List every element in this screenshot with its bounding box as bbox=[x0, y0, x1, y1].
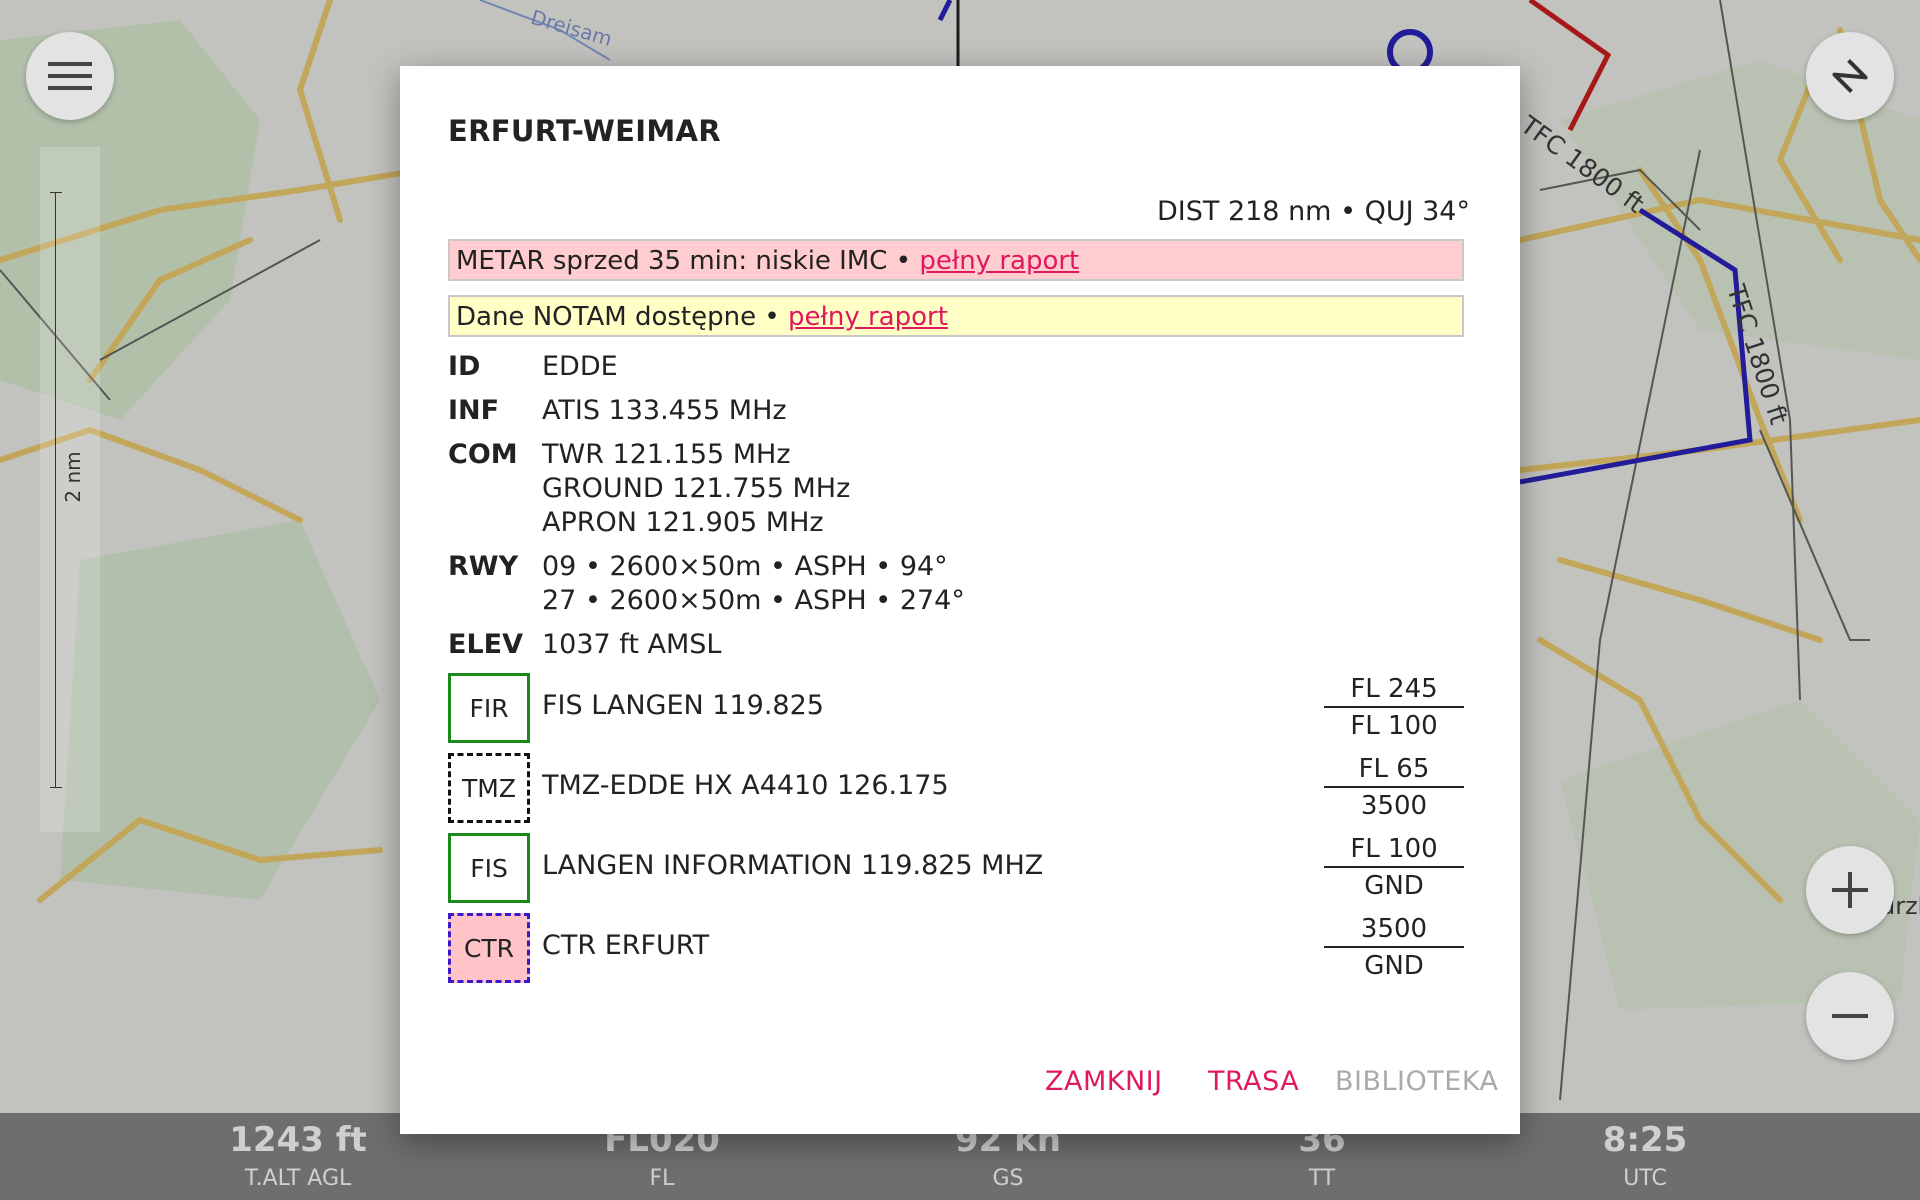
info-value: 1037 ft AMSL bbox=[542, 629, 722, 660]
waypoint-info-dialog: ERFURT-WEIMAR DIST 218 nm • QUJ 34° META… bbox=[400, 66, 1520, 1134]
info-value: TWR 121.155 MHz bbox=[542, 439, 791, 470]
hamburger-menu-icon bbox=[48, 62, 92, 90]
info-key: ELEV bbox=[448, 629, 523, 660]
info-key: INF bbox=[448, 395, 500, 426]
airspace-badge-fis: FIS bbox=[448, 833, 530, 903]
distance-bearing-info: DIST 218 nm • QUJ 34° bbox=[1156, 196, 1470, 227]
scale-line bbox=[55, 192, 56, 788]
status-label: UTC bbox=[1623, 1166, 1667, 1191]
zoom-out-button[interactable] bbox=[1806, 972, 1894, 1060]
status-value: 8:25 bbox=[1602, 1120, 1688, 1160]
airspace-lower-limit: FL 100 bbox=[1350, 711, 1438, 741]
info-value: EDDE bbox=[542, 351, 618, 382]
airspace-row: CTR CTR ERFURT 3500 GND bbox=[448, 913, 1464, 983]
info-value: GROUND 121.755 MHz bbox=[542, 473, 851, 504]
info-key: RWY bbox=[448, 551, 519, 582]
airspace-lower-limit: GND bbox=[1364, 871, 1424, 901]
info-key: COM bbox=[448, 439, 518, 470]
scale-label: 2 nm bbox=[61, 451, 85, 503]
airspace-name: LANGEN INFORMATION 119.825 MHZ bbox=[542, 850, 1044, 881]
airspace-limits: FL 245 FL 100 bbox=[1324, 673, 1464, 743]
info-key: ID bbox=[448, 351, 481, 382]
plus-icon bbox=[1832, 872, 1868, 908]
metar-full-report-link[interactable]: pełny raport bbox=[919, 246, 1079, 276]
airspace-upper-limit: FL 100 bbox=[1324, 833, 1464, 868]
compass-button[interactable] bbox=[1806, 32, 1894, 120]
metar-banner: METAR sprzed 35 min: niskie IMC • pełny … bbox=[448, 239, 1464, 281]
status-label: FL bbox=[649, 1166, 675, 1191]
notam-text: Dane NOTAM dostępne • bbox=[456, 302, 788, 332]
zoom-in-button[interactable] bbox=[1806, 846, 1894, 934]
info-value: 09 • 2600×50m • ASPH • 94° bbox=[542, 551, 948, 582]
scale-tick bbox=[50, 787, 62, 788]
status-value: 1243 ft bbox=[229, 1120, 367, 1160]
airspace-name: FIS LANGEN 119.825 bbox=[542, 690, 824, 721]
metar-text: METAR sprzed 35 min: niskie IMC • bbox=[456, 246, 920, 276]
airspace-badge-tmz: TMZ bbox=[448, 753, 530, 823]
info-value: ATIS 133.455 MHz bbox=[542, 395, 787, 426]
airspace-name: CTR ERFURT bbox=[542, 930, 710, 961]
status-label: T.ALT AGL bbox=[244, 1166, 352, 1191]
airspace-upper-limit: FL 65 bbox=[1324, 753, 1464, 788]
dialog-title: ERFURT-WEIMAR bbox=[448, 114, 721, 148]
airspace-row: FIS LANGEN INFORMATION 119.825 MHZ FL 10… bbox=[448, 833, 1464, 903]
airspace-row: TMZ TMZ-EDDE HX A4410 126.175 FL 65 3500 bbox=[448, 753, 1464, 823]
minus-icon bbox=[1832, 1014, 1868, 1018]
status-altitude-agl: 1243 ft T.ALT AGL bbox=[188, 1113, 408, 1191]
airspace-limits: 3500 GND bbox=[1324, 913, 1464, 983]
compass-north-icon bbox=[1832, 59, 1868, 93]
scale-tick bbox=[50, 192, 62, 193]
airspace-lower-limit: 3500 bbox=[1360, 791, 1428, 821]
airspace-upper-limit: 3500 bbox=[1324, 913, 1464, 948]
airspace-badge-ctr: CTR bbox=[448, 913, 530, 983]
status-utc-time: 8:25 UTC bbox=[1535, 1113, 1755, 1191]
notam-full-report-link[interactable]: pełny raport bbox=[788, 302, 948, 332]
map-scale-bar: 2 nm bbox=[40, 147, 100, 832]
library-button[interactable]: BIBLIOTEKA bbox=[1335, 1066, 1499, 1097]
airspace-name: TMZ-EDDE HX A4410 126.175 bbox=[542, 770, 949, 801]
info-value: APRON 121.905 MHz bbox=[542, 507, 824, 538]
notam-banner: Dane NOTAM dostępne • pełny raport bbox=[448, 295, 1464, 337]
route-button[interactable]: TRASA bbox=[1208, 1066, 1299, 1097]
airspace-limits: FL 65 3500 bbox=[1324, 753, 1464, 823]
airspace-badge-fir: FIR bbox=[448, 673, 530, 743]
airspace-lower-limit: GND bbox=[1364, 951, 1424, 981]
airspace-limits: FL 100 GND bbox=[1324, 833, 1464, 903]
status-label: GS bbox=[992, 1166, 1024, 1191]
status-label: TT bbox=[1308, 1166, 1336, 1191]
close-button[interactable]: ZAMKNIJ bbox=[1045, 1066, 1163, 1097]
menu-button[interactable] bbox=[26, 32, 114, 120]
airspace-row: FIR FIS LANGEN 119.825 FL 245 FL 100 bbox=[448, 673, 1464, 743]
info-value: 27 • 2600×50m • ASPH • 274° bbox=[542, 585, 965, 616]
airspace-upper-limit: FL 245 bbox=[1324, 673, 1464, 708]
